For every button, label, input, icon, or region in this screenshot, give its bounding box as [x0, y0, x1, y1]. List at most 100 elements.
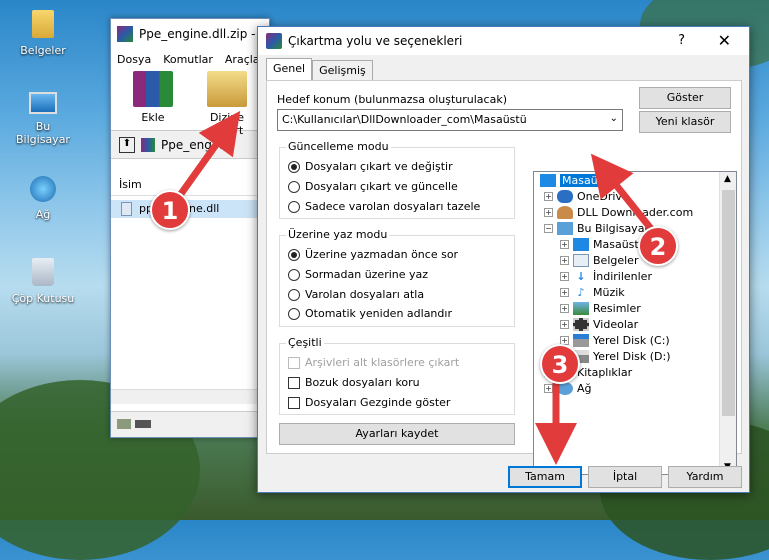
expand-icon[interactable]: +	[560, 304, 569, 313]
music-note-icon: ♪	[577, 286, 585, 299]
extract-dialog: Çıkartma yolu ve seçenekleri ? ✕ Genel G…	[257, 26, 750, 493]
radio-selected[interactable]	[288, 248, 300, 261]
tree-label: Yerel Disk (C:)	[593, 334, 670, 347]
desktop-icon-label: Ağ	[35, 208, 51, 221]
computer-icon	[29, 92, 57, 114]
expand-icon[interactable]: +	[560, 288, 569, 297]
zip-icon	[141, 137, 155, 152]
tree-item-this-pc[interactable]: − Bu Bilgisayar	[544, 222, 649, 235]
overwrite-option-ask[interactable]: Üzerine yazmadan önce sor	[288, 248, 458, 261]
tree-item-desktop-root[interactable]: Masaüstü	[540, 174, 617, 187]
tree-item-downloads[interactable]: + ↓ İndirilenler	[560, 270, 652, 283]
tree-item-videos[interactable]: + Videolar	[560, 318, 638, 331]
misc-option-show-in-explorer[interactable]: Dosyaları Gezginde göster	[288, 396, 450, 409]
folder-tree[interactable]: Masaüstü + OneDrive + DLL Downloader.com −…	[533, 171, 737, 475]
tree-item-user[interactable]: + DLL Downloader.com	[544, 206, 693, 219]
option-label: Dosyaları çıkart ve değiştir	[305, 160, 453, 173]
dialog-tabs: Genel Gelişmiş	[266, 58, 373, 80]
ok-button[interactable]: Tamam	[508, 466, 582, 488]
status-bar	[111, 411, 269, 437]
radio[interactable]	[288, 180, 300, 193]
expand-icon[interactable]: +	[560, 240, 569, 249]
winrar-menu: Dosya Komutlar Araçlar	[111, 49, 269, 69]
option-label: Sadece varolan dosyaları tazele	[305, 200, 481, 213]
update-option-freshen[interactable]: Sadece varolan dosyaları tazele	[288, 200, 480, 213]
scroll-up-icon[interactable]: ▲	[724, 174, 731, 184]
scroll-thumb[interactable]	[722, 190, 735, 416]
help-icon[interactable]: ?	[678, 33, 685, 48]
step-badge-2: 2	[638, 226, 678, 266]
checkbox[interactable]	[288, 396, 300, 409]
option-label: Varolan dosyaları atla	[305, 288, 425, 301]
misc-option-keep-broken[interactable]: Bozuk dosyaları koru	[288, 376, 420, 389]
expand-icon[interactable]: +	[544, 192, 553, 201]
show-button[interactable]: Göster	[639, 87, 731, 109]
tab-advanced[interactable]: Gelişmiş	[312, 60, 373, 80]
destination-path-value: C:\Kullanıcılar\DllDownloader_com\Masaüs…	[282, 113, 527, 126]
tree-item-disk-c[interactable]: + Yerel Disk (C:)	[560, 334, 670, 347]
tree-label: OneDrive	[577, 190, 629, 203]
save-settings-button[interactable]: Ayarları kaydet	[279, 423, 515, 445]
radio[interactable]	[288, 288, 300, 301]
desktop-icon	[573, 238, 589, 251]
up-folder-icon[interactable]: ⬆	[119, 136, 135, 153]
extract-to-button[interactable]: Dizine Çıkart	[195, 71, 259, 137]
new-folder-button[interactable]: Yeni klasör	[639, 111, 731, 133]
help-button[interactable]: Yardım	[668, 466, 742, 488]
overwrite-option-skip[interactable]: Varolan dosyaları atla	[288, 288, 424, 301]
expand-icon[interactable]: +	[544, 208, 553, 217]
desktop-icon	[540, 174, 556, 187]
expand-icon[interactable]: +	[560, 272, 569, 281]
tree-item-music[interactable]: + ♪ Müzik	[560, 286, 625, 299]
collapse-icon[interactable]: −	[544, 224, 553, 233]
expand-icon[interactable]: +	[544, 384, 553, 393]
destination-path-field[interactable]: C:\Kullanıcılar\DllDownloader_com\Masaüs…	[277, 109, 623, 131]
radio[interactable]	[288, 307, 300, 320]
desktop-icon-recycle-bin[interactable]: Çöp Kutusu	[8, 258, 78, 305]
books-icon	[133, 71, 173, 107]
user-icon	[557, 206, 573, 219]
radio[interactable]	[288, 268, 300, 281]
chevron-down-icon[interactable]: ⌄	[610, 113, 618, 124]
update-option-update[interactable]: Dosyaları çıkart ve güncelle	[288, 180, 458, 193]
menu-item-commands[interactable]: Komutlar	[163, 53, 213, 66]
desktop-icon-this-pc[interactable]: Bu Bilgisayar	[8, 92, 78, 146]
menu-item-file[interactable]: Dosya	[117, 53, 151, 66]
radio-selected[interactable]	[288, 160, 300, 173]
tree-label: Ağ	[577, 382, 592, 395]
film-icon	[573, 318, 589, 331]
tree-item-pictures[interactable]: + Resimler	[560, 302, 641, 315]
overwrite-option-overwrite[interactable]: Sormadan üzerine yaz	[288, 268, 428, 281]
tree-item-network[interactable]: + Ağ	[544, 382, 592, 395]
overwrite-mode-title: Üzerine yaz modu	[286, 228, 390, 241]
tree-item-documents[interactable]: + Belgeler	[560, 254, 638, 267]
desktop-icon-network[interactable]: Ağ	[8, 176, 78, 221]
radio[interactable]	[288, 200, 300, 213]
tab-general[interactable]: Genel	[266, 58, 313, 80]
desktop-icon-label: Bu Bilgisayar	[16, 120, 70, 146]
cancel-button[interactable]: İptal	[588, 466, 662, 488]
file-list: İsim ppe_engine.dll	[111, 174, 269, 404]
close-icon[interactable]: ✕	[718, 31, 731, 50]
add-button[interactable]: Ekle	[121, 71, 185, 128]
winrar-app-icon	[117, 26, 133, 42]
expand-icon[interactable]: +	[560, 256, 569, 265]
tree-item-desktop[interactable]: + Masaüstü	[560, 238, 646, 251]
tree-item-onedrive[interactable]: + OneDrive	[544, 190, 629, 203]
update-option-replace[interactable]: Dosyaları çıkart ve değiştir	[288, 160, 453, 173]
expand-icon[interactable]: +	[560, 320, 569, 329]
desktop-icon-documents[interactable]: Belgeler	[8, 10, 78, 57]
column-header-name[interactable]: İsim	[111, 174, 269, 196]
drive-icon	[573, 334, 589, 347]
tree-label: Yerel Disk (D:)	[593, 350, 671, 363]
tree-label: Videolar	[593, 318, 639, 331]
overwrite-option-rename[interactable]: Otomatik yeniden adlandır	[288, 307, 452, 320]
address-text: Ppe_engine	[161, 137, 231, 152]
tree-scrollbar[interactable]: ▲ ▼	[719, 172, 736, 474]
file-row[interactable]: ppe_engine.dll	[111, 200, 269, 218]
horizontal-scrollbar[interactable]	[111, 389, 269, 404]
option-label: Bozuk dosyaları koru	[305, 376, 420, 389]
checkbox[interactable]	[288, 376, 300, 389]
tree-label: Bu Bilgisayar	[577, 222, 649, 235]
winrar-title: Ppe_engine.dll.zip -	[139, 27, 256, 41]
